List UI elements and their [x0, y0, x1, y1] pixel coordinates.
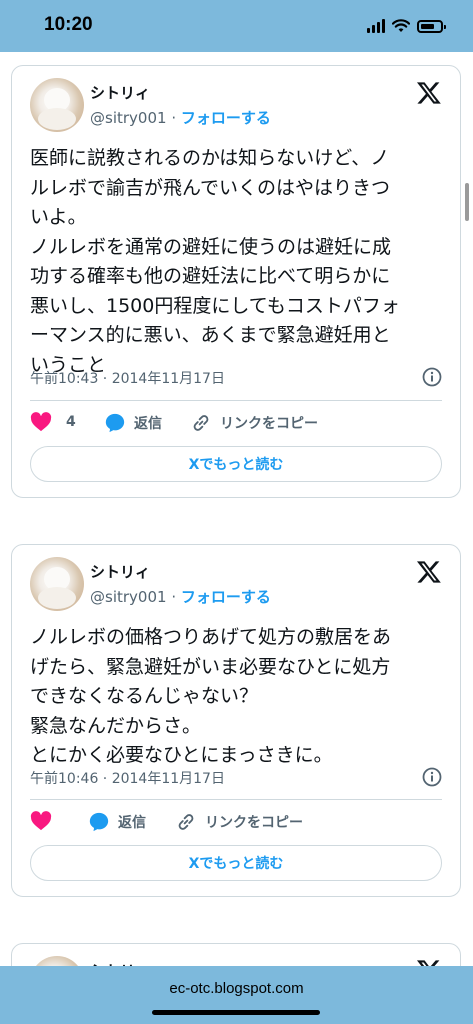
handle-row: @sitry001 · フォローする: [90, 107, 271, 128]
follow-button[interactable]: フォローする: [181, 109, 271, 127]
link-icon: [193, 415, 209, 431]
reply-label: 返信: [118, 815, 146, 831]
x-logo-icon[interactable]: [416, 80, 442, 106]
tweet-card[interactable]: シトリィ @sitry001 · フォローする 医師に説教されるのかは知らないけ…: [11, 65, 461, 498]
x-logo-icon[interactable]: [416, 559, 442, 585]
scrollbar[interactable]: [465, 183, 469, 221]
separator-dot: ·: [171, 109, 177, 127]
reply-bubble-icon: [89, 812, 109, 832]
url-text[interactable]: ec-otc.blogspot.com: [0, 980, 473, 997]
read-more-button[interactable]: Xでもっと読む: [30, 845, 442, 881]
tweet-timestamp[interactable]: 午前10:43 · 2014年11月17日: [30, 368, 225, 388]
divider: [30, 799, 442, 800]
like-button[interactable]: 4: [30, 412, 76, 432]
avatar[interactable]: [30, 78, 84, 132]
status-icons: [367, 16, 446, 36]
reply-bubble-icon: [105, 413, 125, 433]
browser-url-bar[interactable]: ec-otc.blogspot.com: [0, 966, 473, 1024]
copy-link-button[interactable]: リンクをコピー: [175, 811, 303, 833]
tweet-timestamp[interactable]: 午前10:46 · 2014年11月17日: [30, 768, 225, 788]
status-time: 10:20: [44, 14, 93, 35]
info-icon[interactable]: [422, 767, 442, 787]
info-icon[interactable]: [422, 367, 442, 387]
heart-icon: [30, 412, 52, 432]
reply-label: 返信: [134, 416, 162, 432]
avatar[interactable]: [30, 557, 84, 611]
copy-link-label: リンクをコピー: [220, 416, 318, 432]
handle-row: @sitry001 · フォローする: [90, 586, 271, 607]
read-more-button[interactable]: Xでもっと読む: [30, 446, 442, 482]
status-bar: 10:20: [0, 0, 473, 52]
battery-icon: [417, 19, 446, 33]
wifi-icon: [392, 19, 410, 32]
link-icon: [178, 814, 194, 830]
reply-button[interactable]: 返信: [104, 412, 162, 434]
tweet-text: 医師に説教されるのかは知らないけど、ノ ルレボで諭吉が飛んでいくのはやはりきつ …: [30, 147, 400, 376]
tweet-actions: 返信 リンクをコピー: [30, 811, 442, 835]
divider: [30, 400, 442, 401]
separator-dot: ·: [171, 588, 177, 606]
tweet-card[interactable]: シトリィ @sitry001 · フォローする ノルレボの価格つりあげて処方の敷…: [11, 544, 461, 897]
author-handle[interactable]: @sitry001: [90, 109, 167, 127]
tweet-text: ノルレボの価格つりあげて処方の敷居をあ げたら、緊急避妊がいま必要なひとに処方 …: [30, 626, 392, 766]
signal-icon: [367, 19, 385, 33]
copy-link-button[interactable]: リンクをコピー: [190, 412, 318, 434]
copy-link-label: リンクをコピー: [205, 815, 303, 831]
reply-button[interactable]: 返信: [88, 811, 146, 833]
author-name[interactable]: シトリィ: [90, 82, 150, 103]
author-handle[interactable]: @sitry001: [90, 588, 167, 606]
heart-icon: [30, 811, 52, 831]
like-button[interactable]: [30, 811, 60, 831]
author-name[interactable]: シトリィ: [90, 561, 150, 582]
tweet-actions: 4 返信 リンクをコピー: [30, 412, 442, 436]
like-count: 4: [66, 414, 76, 430]
follow-button[interactable]: フォローする: [181, 588, 271, 606]
home-indicator[interactable]: [152, 1010, 320, 1015]
